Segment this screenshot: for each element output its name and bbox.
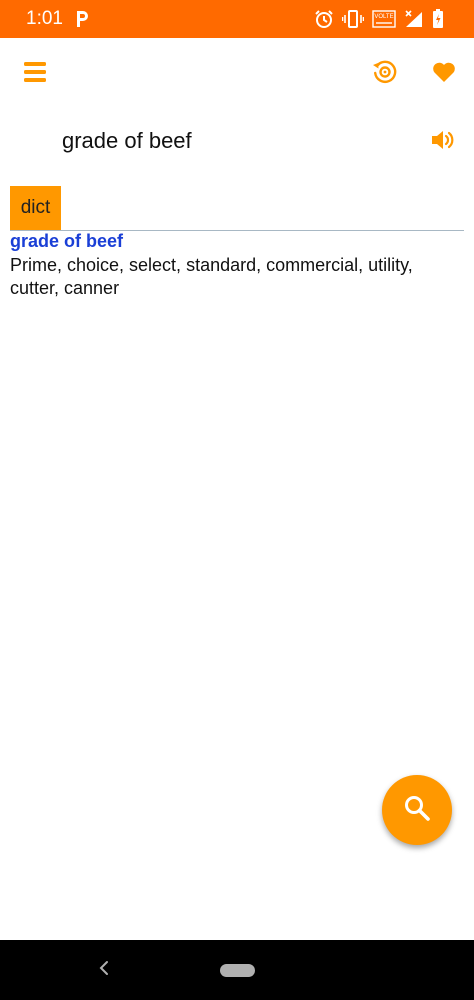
search-icon [403,794,431,827]
alarm-icon [314,9,334,29]
heart-icon [432,61,456,88]
signal-icon [404,9,424,29]
definition-body: Prime, choice, select, standard, commerc… [10,255,413,298]
history-button[interactable] [363,52,407,96]
nav-back-button[interactable] [93,958,115,982]
vibrate-icon [342,9,364,29]
menu-button[interactable] [13,52,57,96]
speaker-icon [430,128,456,157]
status-icons: VOLTE [314,8,444,30]
p-notification-icon [74,9,90,29]
status-time: 1:01 [26,8,63,29]
home-pill[interactable] [220,964,255,977]
search-fab[interactable] [382,775,452,845]
pronounce-button[interactable] [421,120,465,164]
volte-label: VOLTE [374,14,393,20]
status-bar: 1:01 VOLTE [0,0,474,38]
word-title: grade of beef [62,128,192,153]
back-icon [98,960,110,981]
nav-bar [0,940,474,1000]
battery-icon [432,9,444,29]
menu-icon [23,60,47,89]
app-bar [0,38,474,110]
definition-headword: grade of beef [10,231,124,251]
tab-dict-label: dict [20,197,51,218]
favorite-button[interactable] [422,52,466,96]
volte-icon: VOLTE [372,9,396,29]
tab-dict[interactable]: dict [10,186,61,230]
history-icon [372,59,398,90]
